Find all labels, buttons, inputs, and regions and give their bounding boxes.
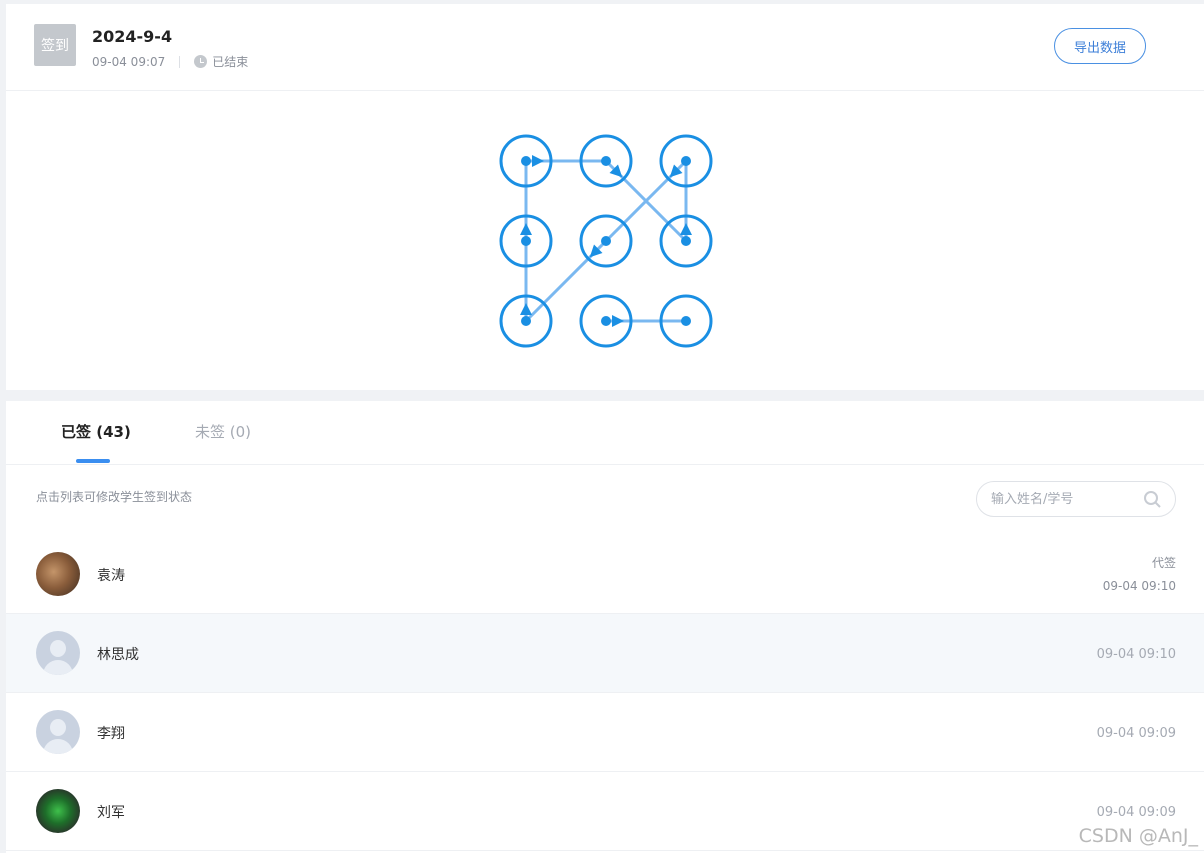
- pattern-node-center: [601, 316, 611, 326]
- avatar: [36, 552, 80, 596]
- sign-time: 09-04 09:10: [1096, 647, 1176, 662]
- attendance-panel: 已签 (43) 未签 (0) 点击列表可修改学生签到状态 袁涛 代签 09-04…: [6, 401, 1204, 853]
- avatar: [36, 631, 80, 675]
- list-hint: 点击列表可修改学生签到状态: [36, 490, 193, 504]
- sign-in-card: 签到 2024-9-4 09-04 09:07 已结束 导出数据: [6, 4, 1204, 390]
- sign-time: 09-04 09:10: [1102, 579, 1176, 593]
- start-time: 09-04 09:07: [92, 54, 166, 69]
- search-icon[interactable]: [1144, 491, 1161, 508]
- active-tab-indicator: [76, 459, 110, 463]
- divider: [179, 55, 181, 68]
- direction-arrow-icon: [612, 315, 624, 327]
- pattern-node-center: [601, 236, 611, 246]
- list-item[interactable]: 袁涛 代签 09-04 09:10: [6, 535, 1204, 614]
- student-name: 林思成: [97, 647, 139, 663]
- student-list: 袁涛 代签 09-04 09:10 林思成 09-04 09:10 李翔 09-…: [6, 535, 1204, 851]
- list-item[interactable]: 李翔 09-04 09:09: [6, 693, 1204, 772]
- pattern-node-center: [521, 316, 531, 326]
- tab-unsigned[interactable]: 未签 (0): [195, 421, 251, 442]
- search-input[interactable]: [991, 491, 1141, 507]
- direction-arrow-icon: [532, 155, 544, 167]
- header: 签到 2024-9-4 09-04 09:07 已结束 导出数据: [6, 4, 1204, 91]
- meta-row: 09-04 09:07 已结束: [92, 53, 248, 70]
- watermark: CSDN @AnJ_: [1078, 825, 1198, 847]
- direction-arrow-icon: [680, 223, 692, 235]
- student-name: 李翔: [97, 726, 125, 742]
- list-item[interactable]: 林思成 09-04 09:10: [6, 614, 1204, 693]
- search-box[interactable]: [976, 481, 1176, 517]
- pattern-node-center: [601, 156, 611, 166]
- list-item[interactable]: 刘军 09-04 09:09: [6, 772, 1204, 851]
- proxy-tag: 代签: [1151, 556, 1176, 570]
- pattern-node-center: [521, 236, 531, 246]
- direction-arrow-icon: [520, 223, 532, 235]
- sign-time: 09-04 09:09: [1096, 726, 1176, 741]
- student-name: 刘军: [97, 805, 125, 821]
- pattern-node-center: [681, 236, 691, 246]
- student-name: 袁涛: [97, 568, 125, 584]
- sign-in-badge: 签到: [34, 24, 76, 66]
- clock-icon: [194, 55, 208, 68]
- direction-arrow-icon: [520, 303, 532, 315]
- status-text: 已结束: [212, 55, 249, 69]
- avatar: [36, 789, 80, 833]
- pattern-node-center: [521, 156, 531, 166]
- sign-time: 09-04 09:09: [1096, 805, 1176, 820]
- tab-bar: 已签 (43) 未签 (0): [6, 401, 1204, 465]
- export-data-button[interactable]: 导出数据: [1054, 28, 1146, 64]
- pattern-node-center: [681, 316, 691, 326]
- tab-signed[interactable]: 已签 (43): [61, 421, 131, 442]
- avatar: [36, 710, 80, 754]
- pattern-node-center: [681, 156, 691, 166]
- page-title: 2024-9-4: [92, 27, 173, 46]
- gesture-pattern: [499, 134, 713, 348]
